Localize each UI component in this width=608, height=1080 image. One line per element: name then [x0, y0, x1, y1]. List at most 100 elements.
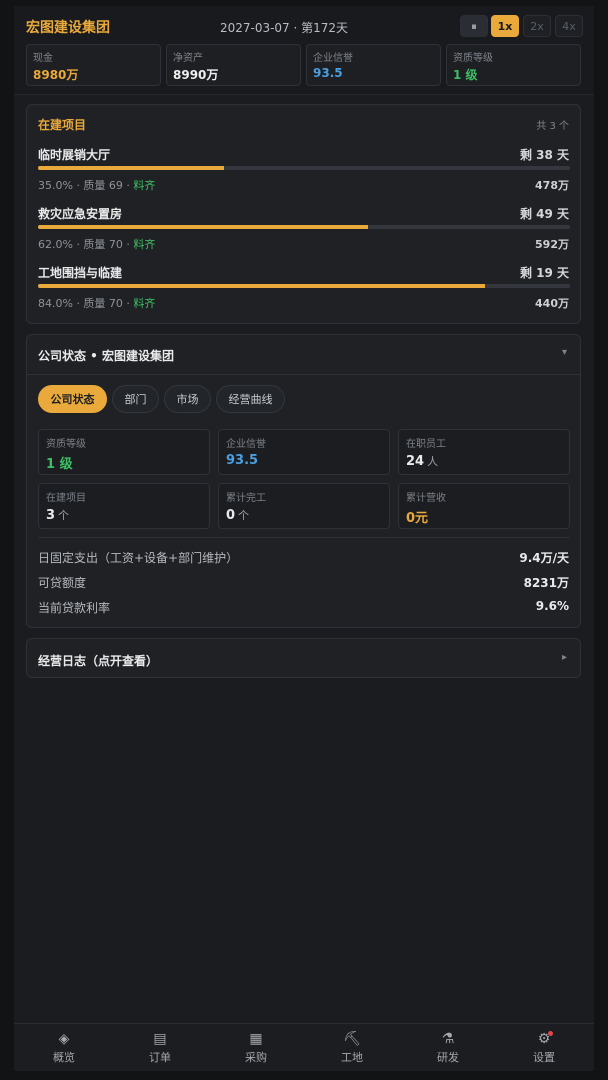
stat-value: 8980万: [33, 68, 79, 82]
project-amount: 592万: [535, 238, 569, 251]
nav-label: 概览: [53, 1051, 75, 1064]
metric-number: 24: [406, 454, 425, 469]
metric-employees: 在职员工 24 人: [398, 429, 570, 475]
nav-label: 订单: [149, 1051, 171, 1064]
loan-rate-label: 当前贷款利率: [38, 601, 111, 615]
pause-button[interactable]: ⏸: [460, 15, 488, 37]
projects-title: 在建项目: [38, 118, 87, 132]
company-status-title: 公司状态 • 宏图建设集团: [38, 349, 175, 363]
stat-label: 企业信誉: [313, 53, 353, 64]
project-material-status: 料齐: [133, 179, 156, 192]
metric-number: 1 级: [46, 457, 73, 472]
metric-unit: 人: [427, 455, 439, 468]
project-progress-fill: [38, 225, 368, 229]
project-progress-fill: [38, 166, 225, 170]
speed-2x-button[interactable]: 2x: [523, 15, 551, 37]
project-progress-bar: [38, 225, 570, 229]
nav-label: 采购: [245, 1051, 267, 1064]
project-meta: 62.0% · 质量 70 · 料齐: [38, 236, 155, 252]
project-amount: 440万: [535, 297, 569, 310]
metric-number: 93.5: [226, 453, 259, 468]
divider: [38, 537, 570, 538]
credit-limit-value: 8231万: [523, 576, 569, 590]
metric-label: 资质等级: [46, 439, 86, 450]
app-root: 宏图建设集团 2027-03-07 · 第172天 ⏸ 1x 2x 4x 现金 …: [14, 6, 594, 1071]
nav-label: 工地: [341, 1051, 363, 1064]
metric-label: 在职员工: [406, 439, 446, 450]
metric-qualification: 资质等级 1 级: [38, 429, 210, 475]
nav-research[interactable]: ⚗ 研发: [400, 1024, 496, 1071]
speed-4x-button[interactable]: 4x: [555, 15, 583, 37]
tab-market[interactable]: 市场: [164, 385, 211, 413]
bottom-nav: ◈ 概览 ▤ 订单 ▦ 采购 ⛏ 工地 ⚗ 研发 ⚙ 设置: [14, 1023, 594, 1071]
nav-label: 研发: [437, 1051, 459, 1064]
project-meta-text: 84.0% · 质量 70 ·: [38, 297, 134, 310]
project-meta-text: 35.0% · 质量 69 ·: [38, 179, 134, 192]
stat-net-assets: 净资产 8990万: [166, 44, 301, 86]
project-name: 临时展销大厅: [38, 148, 111, 162]
flask-icon: ⚗: [441, 1031, 455, 1047]
stat-label: 现金: [33, 53, 53, 64]
metric-value: 0元: [406, 507, 428, 526]
nav-overview[interactable]: ◈ 概览: [16, 1024, 112, 1071]
metric-label: 企业信誉: [226, 439, 266, 450]
project-meta-text: 62.0% · 质量 70 ·: [38, 238, 134, 251]
project-remaining-days: 剩 38 天: [519, 148, 569, 162]
stat-value: 1 级: [453, 68, 478, 82]
game-date: 2027-03-07 · 第172天: [219, 21, 349, 35]
metric-completed: 累计完工 0个: [218, 483, 390, 529]
project-name: 救灾应急安置房: [38, 207, 123, 221]
project-progress-fill: [38, 284, 485, 288]
projects-count: 共 3 个: [536, 121, 569, 132]
metric-reputation: 企业信誉 93.5: [218, 429, 390, 475]
project-material-status: 料齐: [133, 297, 156, 310]
project-name: 工地围挡与临建: [38, 266, 123, 280]
top-bar: 宏图建设集团 2027-03-07 · 第172天 ⏸ 1x 2x 4x 现金 …: [14, 6, 594, 95]
stat-reputation: 企业信誉 93.5: [306, 44, 441, 86]
metric-value: 0个: [226, 507, 249, 523]
daily-fixed-cost-label: 日固定支出（工资+设备+部门维护）: [38, 551, 239, 565]
credit-limit-label: 可贷额度: [38, 576, 87, 590]
operation-log-title: 经营日志（点开查看）: [38, 654, 159, 668]
orders-icon: ▤: [153, 1031, 167, 1047]
nav-settings[interactable]: ⚙ 设置: [496, 1024, 592, 1071]
tab-business-curve[interactable]: 经营曲线: [216, 385, 285, 413]
gear-icon: ⚙: [537, 1031, 551, 1047]
projects-card: 在建项目 共 3 个 临时展销大厅 剩 38 天 35.0% · 质量 69 ·…: [26, 104, 581, 324]
company-status-card: 公司状态 • 宏图建设集团 ▾ 公司状态 部门 市场 经营曲线 资质等级 1 级…: [26, 334, 581, 628]
nav-purchase[interactable]: ▦ 采购: [208, 1024, 304, 1071]
speed-1x-button[interactable]: 1x: [491, 15, 519, 37]
stat-value: 8990万: [173, 68, 219, 82]
operation-log-card[interactable]: 经营日志（点开查看） ▸: [26, 638, 581, 678]
tab-company-status[interactable]: 公司状态: [38, 385, 107, 413]
stat-label: 资质等级: [453, 53, 493, 64]
purchase-icon: ▦: [249, 1031, 263, 1047]
collapse-caret-icon: ▾: [561, 347, 567, 358]
metric-label: 在建项目: [46, 493, 86, 504]
metric-value: 24 人: [406, 453, 438, 469]
overview-icon: ◈: [58, 1031, 70, 1047]
project-progress-bar: [38, 166, 570, 170]
project-progress-bar: [38, 284, 570, 288]
metric-label: 累计完工: [226, 493, 266, 504]
project-material-status: 料齐: [133, 238, 156, 251]
metric-revenue: 累计营收 0元: [398, 483, 570, 529]
company-status-header[interactable]: 公司状态 • 宏图建设集团 ▾: [27, 335, 580, 375]
metric-number: 3: [46, 508, 56, 523]
metric-label: 累计营收: [406, 493, 446, 504]
stat-cash: 现金 8980万: [26, 44, 161, 86]
metric-unit: 个: [58, 509, 70, 522]
metric-number: 0元: [406, 511, 429, 526]
nav-orders[interactable]: ▤ 订单: [112, 1024, 208, 1071]
nav-site[interactable]: ⛏ 工地: [304, 1024, 400, 1071]
metric-value: 93.5: [226, 453, 258, 468]
metric-unit: 个: [238, 509, 250, 522]
pickaxe-icon: ⛏: [343, 1031, 361, 1047]
metric-active-projects: 在建项目 3个: [38, 483, 210, 529]
loan-rate-value: 9.6%: [535, 599, 569, 613]
daily-fixed-cost-value: 9.4万/天: [519, 551, 569, 565]
project-meta: 35.0% · 质量 69 · 料齐: [38, 177, 155, 193]
tab-departments[interactable]: 部门: [112, 385, 159, 413]
company-name: 宏图建设集团: [26, 20, 110, 36]
stat-value: 93.5: [313, 66, 343, 80]
